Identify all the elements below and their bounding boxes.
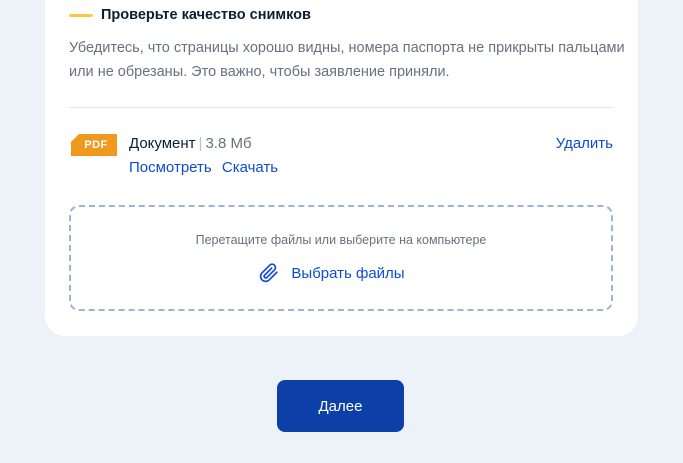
delete-file-link[interactable]: Удалить [556,135,613,152]
choose-files-button[interactable]: Выбрать файлы [71,263,611,283]
pdf-file-icon: PDF [71,134,117,156]
file-actions: Посмотреть Скачать [129,159,278,176]
notice-accent-bar [69,13,93,17]
dropzone-hint: Перетащите файлы или выберите на компьют… [195,233,487,247]
uploaded-file-row: PDF Документ | 3.8 Мб Посмотреть Скачать У… [69,131,613,181]
download-file-link[interactable]: Скачать [222,159,278,176]
notice-text: Убедитесь, что страницы хорошо видны, но… [69,40,625,80]
divider [69,107,613,108]
choose-files-label[interactable]: Выбрать файлы [291,265,404,282]
file-info: Документ | 3.8 Мб [129,135,252,152]
notice-title: Проверьте качество снимков [69,7,311,23]
file-size: 3.8 Мб [205,135,252,152]
view-file-link[interactable]: Посмотреть [129,159,212,176]
file-separator: | [198,135,203,152]
next-button[interactable]: Далее [277,380,404,432]
paperclip-icon [260,263,279,283]
file-name: Документ [129,135,196,152]
file-dropzone[interactable]: Перетащите файлы или выберите на компьют… [69,205,613,311]
notice-title-text: Проверьте качество снимков [101,7,311,23]
